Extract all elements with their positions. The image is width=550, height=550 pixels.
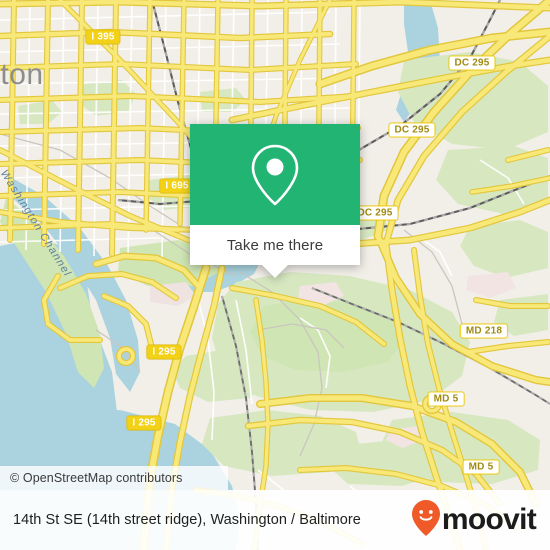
place-popup-card[interactable]: Take me there [190, 124, 360, 278]
shield-dc-295-1: DC 295 [448, 55, 496, 71]
shield-i-295-1: I 295 [146, 344, 182, 360]
take-me-there-label: Take me there [226, 236, 324, 254]
moovit-logo[interactable]: moovit [411, 499, 537, 542]
shield-i-295-2: I 295 [126, 415, 162, 431]
shield-i-395: I 395 [85, 29, 121, 45]
shield-md-5-2: MD 5 [462, 459, 500, 475]
shield-dc-295-2: DC 295 [388, 122, 436, 138]
popup-tail [262, 265, 288, 278]
popup-header [190, 124, 360, 225]
shield-md-5-1: MD 5 [427, 391, 465, 407]
attribution-text: © OpenStreetMap contributors [10, 471, 183, 485]
location-pin-icon [249, 143, 301, 207]
osm-attribution[interactable]: © OpenStreetMap contributors [0, 466, 228, 490]
moovit-pin-icon [411, 499, 441, 542]
moovit-wordmark: moovit [441, 503, 537, 536]
bottom-bar: 14th St SE (14th street ridge), Washingt… [0, 490, 550, 550]
shield-md-218: MD 218 [459, 323, 509, 339]
place-name-label: 14th St SE (14th street ridge), Washingt… [13, 512, 361, 528]
popup-action-bar[interactable]: Take me there [190, 225, 360, 265]
moovit-map-screen: ngton Washington Channel I 395DC 295DC 2… [0, 0, 550, 550]
